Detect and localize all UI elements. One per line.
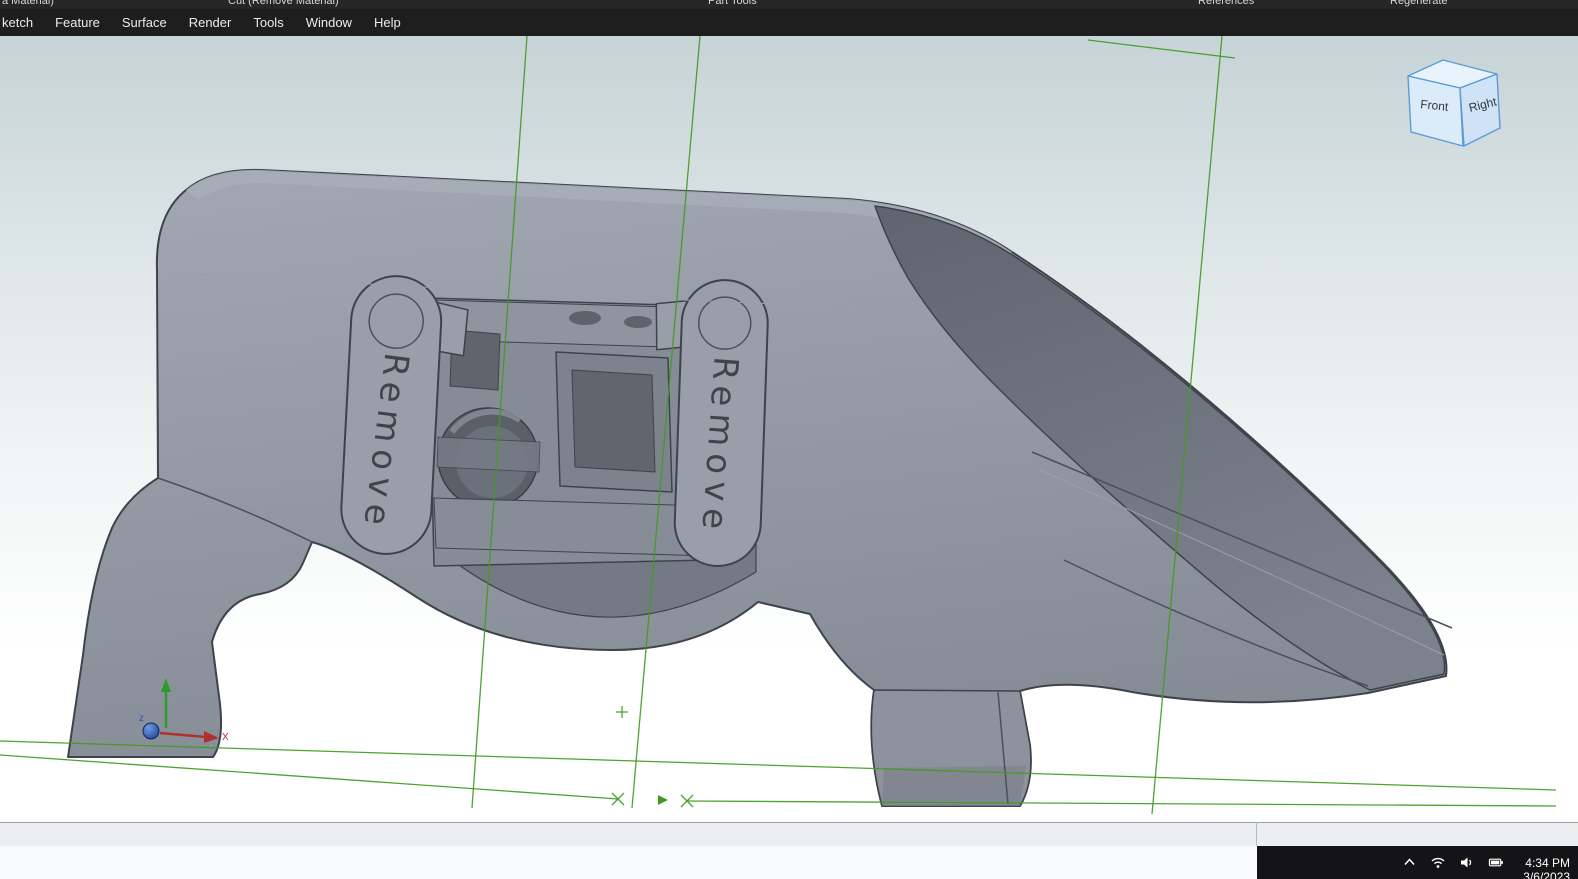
sketch-arrow	[658, 795, 668, 805]
clock-time: 4:34 PM	[1525, 856, 1570, 870]
taskbar-clock[interactable]: 4:34 PM 3/6/2023	[1523, 846, 1570, 879]
battery-icon[interactable]	[1488, 855, 1504, 871]
origin-sphere	[142, 722, 160, 740]
status-bar	[0, 822, 1578, 846]
menu-tools[interactable]: Tools	[242, 15, 294, 30]
pin-slot	[436, 436, 541, 473]
plate-slot-1	[569, 311, 601, 325]
pocket-hole	[571, 369, 656, 473]
z-axis-label: z	[139, 713, 144, 724]
cad-model[interactable]: Remove Remove	[67, 168, 1453, 807]
status-divider	[1256, 822, 1257, 846]
toolbar-group-part-tools: Part Tools	[708, 0, 757, 7]
toolbar-button-cut-remove-material[interactable]: Cut (Remove Material)	[228, 0, 339, 8]
sketch-line-diag	[1087, 39, 1236, 59]
menu-bar: ketch Feature Surface Render Tools Windo…	[0, 9, 1578, 36]
x-axis-label: X	[222, 732, 229, 743]
toolbar-button-references[interactable]: References	[1198, 0, 1254, 8]
menu-sketch[interactable]: ketch	[0, 15, 44, 30]
wifi-icon[interactable]	[1430, 855, 1446, 871]
sketch-line-b2	[0, 754, 619, 800]
menu-help[interactable]: Help	[363, 15, 412, 30]
toolbar-button-regenerate[interactable]: Regenerate	[1390, 0, 1448, 8]
bottom-window-area	[0, 846, 1257, 879]
speaker-icon[interactable]	[1459, 855, 1475, 871]
menu-feature[interactable]: Feature	[44, 15, 111, 30]
plate-lower-bar	[433, 497, 711, 557]
viewport[interactable]: Remove Remove z X Front Right	[0, 36, 1578, 822]
plate-slot-2	[624, 316, 652, 328]
toolbar-strip: a Material) Cut (Remove Material) Part T…	[0, 0, 1578, 9]
sketch-line-b3	[685, 800, 1557, 807]
toolbar-button-add-material[interactable]: a Material)	[2, 0, 54, 8]
menu-window[interactable]: Window	[295, 15, 363, 30]
menu-surface[interactable]: Surface	[111, 15, 178, 30]
tray-chevron-up-icon[interactable]	[1401, 855, 1417, 871]
sketch-line-b1	[0, 740, 1557, 791]
app-window: a Material) Cut (Remove Material) Part T…	[0, 0, 1578, 879]
windows-taskbar: 4:34 PM 3/6/2023	[1257, 846, 1578, 879]
clock-date: 3/6/2023	[1523, 870, 1570, 879]
menu-render[interactable]: Render	[178, 15, 243, 30]
viewport-canvas[interactable]: Remove Remove z X Front Right	[0, 36, 1578, 822]
view-cube[interactable]: Front Right	[1407, 59, 1501, 147]
view-cube-front-label: Front	[1420, 97, 1450, 114]
sketch-point-plus	[616, 706, 628, 718]
